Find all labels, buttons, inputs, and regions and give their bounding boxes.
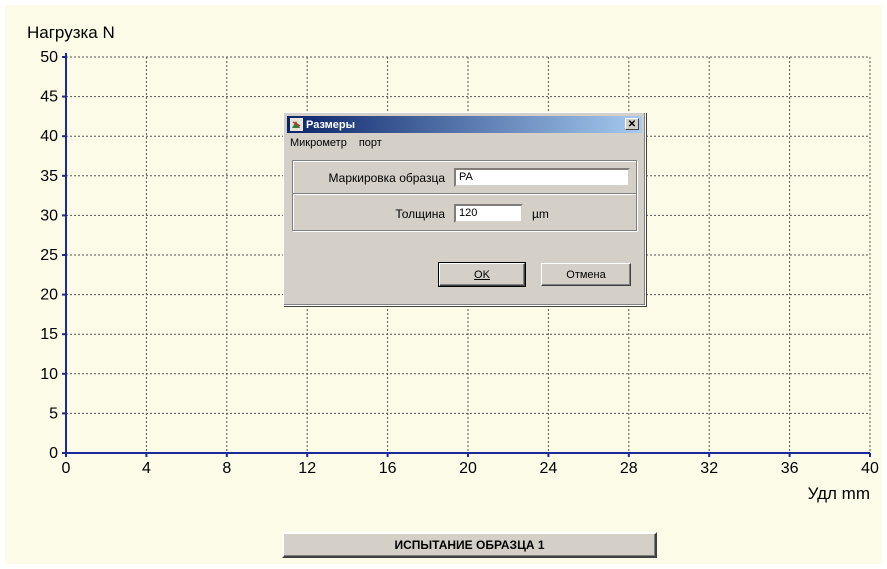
y-tick-label: 45 bbox=[40, 89, 58, 106]
test-button-label: ИСПЫТАНИЕ ОБРАЗЦА 1 bbox=[394, 538, 545, 552]
x-tick-label: 20 bbox=[459, 460, 477, 477]
ok-button[interactable]: OK bbox=[438, 262, 526, 287]
y-tick-label: 15 bbox=[40, 326, 58, 343]
app-icon bbox=[289, 118, 303, 132]
x-tick-label: 24 bbox=[540, 460, 558, 477]
x-tick-label: 12 bbox=[298, 460, 316, 477]
x-tick-label: 32 bbox=[700, 460, 718, 477]
menu-port[interactable]: порт bbox=[359, 137, 382, 149]
test-specimen-button[interactable]: ИСПЫТАНИЕ ОБРАЗЦА 1 bbox=[282, 532, 657, 558]
y-tick-label: 5 bbox=[49, 405, 58, 422]
close-icon[interactable]: ✕ bbox=[625, 118, 639, 130]
cancel-button-label: Отмена bbox=[566, 268, 606, 281]
y-tick-label: 25 bbox=[40, 247, 58, 264]
marking-label: Маркировка образца bbox=[328, 171, 445, 185]
main-window: 0 5 10 15 20 25 30 35 40 45 50 0 4 8 12 16 20 24 28 32 36 40… bbox=[5, 5, 882, 564]
y-tick-label: 50 bbox=[40, 49, 58, 66]
thickness-unit: µm bbox=[532, 207, 549, 221]
thickness-input[interactable]: 120 bbox=[454, 204, 523, 223]
x-tick-label: 28 bbox=[620, 460, 638, 477]
x-tick-label: 4 bbox=[142, 460, 151, 477]
dialog-title: Размеры bbox=[306, 118, 356, 131]
x-tick-label: 36 bbox=[781, 460, 799, 477]
y-tick-label: 10 bbox=[40, 366, 58, 383]
y-tick-labels: 0 5 10 15 20 25 30 35 40 45 50 bbox=[40, 49, 58, 462]
y-tick-label: 0 bbox=[49, 445, 58, 462]
y-axis-title: Нагрузка N bbox=[27, 23, 115, 42]
cancel-button[interactable]: Отмена bbox=[541, 263, 631, 286]
y-tick-label: 35 bbox=[40, 168, 58, 185]
x-tick-label: 0 bbox=[62, 460, 71, 477]
y-tick-label: 30 bbox=[40, 207, 58, 224]
fields-panel: Маркировка образца PA Толщина 120 µm bbox=[292, 160, 637, 231]
panel-divider bbox=[293, 193, 636, 195]
y-tick-label: 20 bbox=[40, 287, 58, 304]
x-tick-label: 40 bbox=[861, 460, 879, 477]
x-tick-labels: 0 4 8 12 16 20 24 28 32 36 40 bbox=[62, 460, 879, 477]
y-tick-label: 40 bbox=[40, 128, 58, 145]
dialog-titlebar[interactable]: Размеры ✕ bbox=[287, 116, 642, 133]
ok-button-label: OK bbox=[474, 268, 490, 281]
dialog-menubar: Микрометр порт bbox=[290, 137, 382, 149]
menu-micrometer[interactable]: Микрометр bbox=[290, 137, 347, 149]
marking-input[interactable]: PA bbox=[454, 168, 630, 187]
x-tick-label: 16 bbox=[379, 460, 397, 477]
thickness-label: Толщина bbox=[395, 207, 445, 221]
dimensions-dialog: Размеры ✕ Микрометр порт Маркировка обра… bbox=[283, 112, 646, 306]
x-tick-label: 8 bbox=[222, 460, 231, 477]
x-axis-title: Удл mm bbox=[808, 484, 870, 503]
